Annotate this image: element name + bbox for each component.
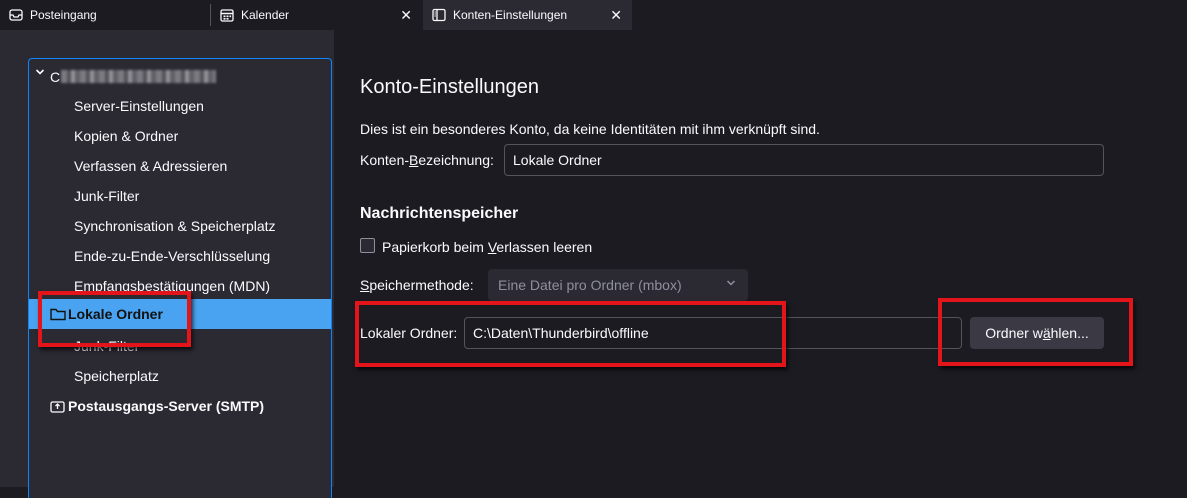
store-type-select[interactable]: Eine Datei pro Ordner (mbox) [488,269,748,301]
info-text: Dies ist ein besonderes Konto, da keine … [360,121,820,137]
tab-label: Kalender [241,8,290,22]
tree-item-junk-filter[interactable]: Junk-Filter [29,181,331,211]
empty-trash-label[interactable]: Papierkorb beim Verlassen leeren [382,239,592,255]
tree-item-server-settings[interactable]: Server-Einstellungen [29,91,331,121]
settings-content: Konto-Einstellungen Dies ist ein besonde… [334,30,1187,487]
redacted-blur [61,70,216,83]
account-tree: C Server-Einstellungen Kopien & Ordner V… [28,58,332,498]
tree-item-e2e-encryption[interactable]: Ende-zu-Ende-Verschlüsselung [29,241,331,271]
tab-account-settings[interactable]: Konten-Einstellungen ✕ [423,0,632,30]
store-type-label: Speichermethode: [360,277,474,293]
tree-item-label: Postausgangs-Server (SMTP) [68,398,265,414]
outgoing-server-icon [50,399,65,416]
account-email-redacted: C [50,69,61,85]
tree-item-sync-storage[interactable]: Synchronisation & Speicherplatz [29,211,331,241]
close-icon[interactable]: ✕ [400,8,412,22]
page-title: Konto-Einstellungen [360,76,540,98]
highlight-local-directory [355,301,786,367]
highlight-local-folders [38,291,191,347]
tree-item-composition[interactable]: Verfassen & Adressieren [29,151,331,181]
tree-item-smtp[interactable]: Postausgangs-Server (SMTP) [29,391,331,421]
tree-item-copies-folders[interactable]: Kopien & Ordner [29,121,331,151]
tab-label: Konten-Einstellungen [453,8,568,22]
account-tree-panel: C Server-Einstellungen Kopien & Ordner V… [0,30,334,498]
tab-label: Posteingang [30,8,97,22]
calendar-icon [220,8,234,22]
tab-calendar[interactable]: Kalender ✕ [211,0,422,30]
highlight-choose-button [938,298,1133,366]
tab-bar: Posteingang Kalender ✕ Konten-Einstellun… [0,0,1187,30]
chevron-down-icon[interactable] [35,67,45,80]
section-title: Nachrichtenspeicher [360,205,519,222]
account-name-input[interactable]: Lokale Ordner [504,144,1104,176]
close-icon[interactable]: ✕ [610,8,622,22]
inbox-icon [9,8,23,22]
tree-item-local-storage[interactable]: Speicherplatz [29,361,331,391]
chevron-down-icon [726,278,736,291]
tree-account-row[interactable]: C [29,61,331,91]
empty-trash-checkbox[interactable] [360,238,375,253]
tab-inbox[interactable]: Posteingang [0,0,210,30]
account-settings-icon [432,8,446,22]
account-name-label: Konten-Bezeichnung: [360,152,494,168]
